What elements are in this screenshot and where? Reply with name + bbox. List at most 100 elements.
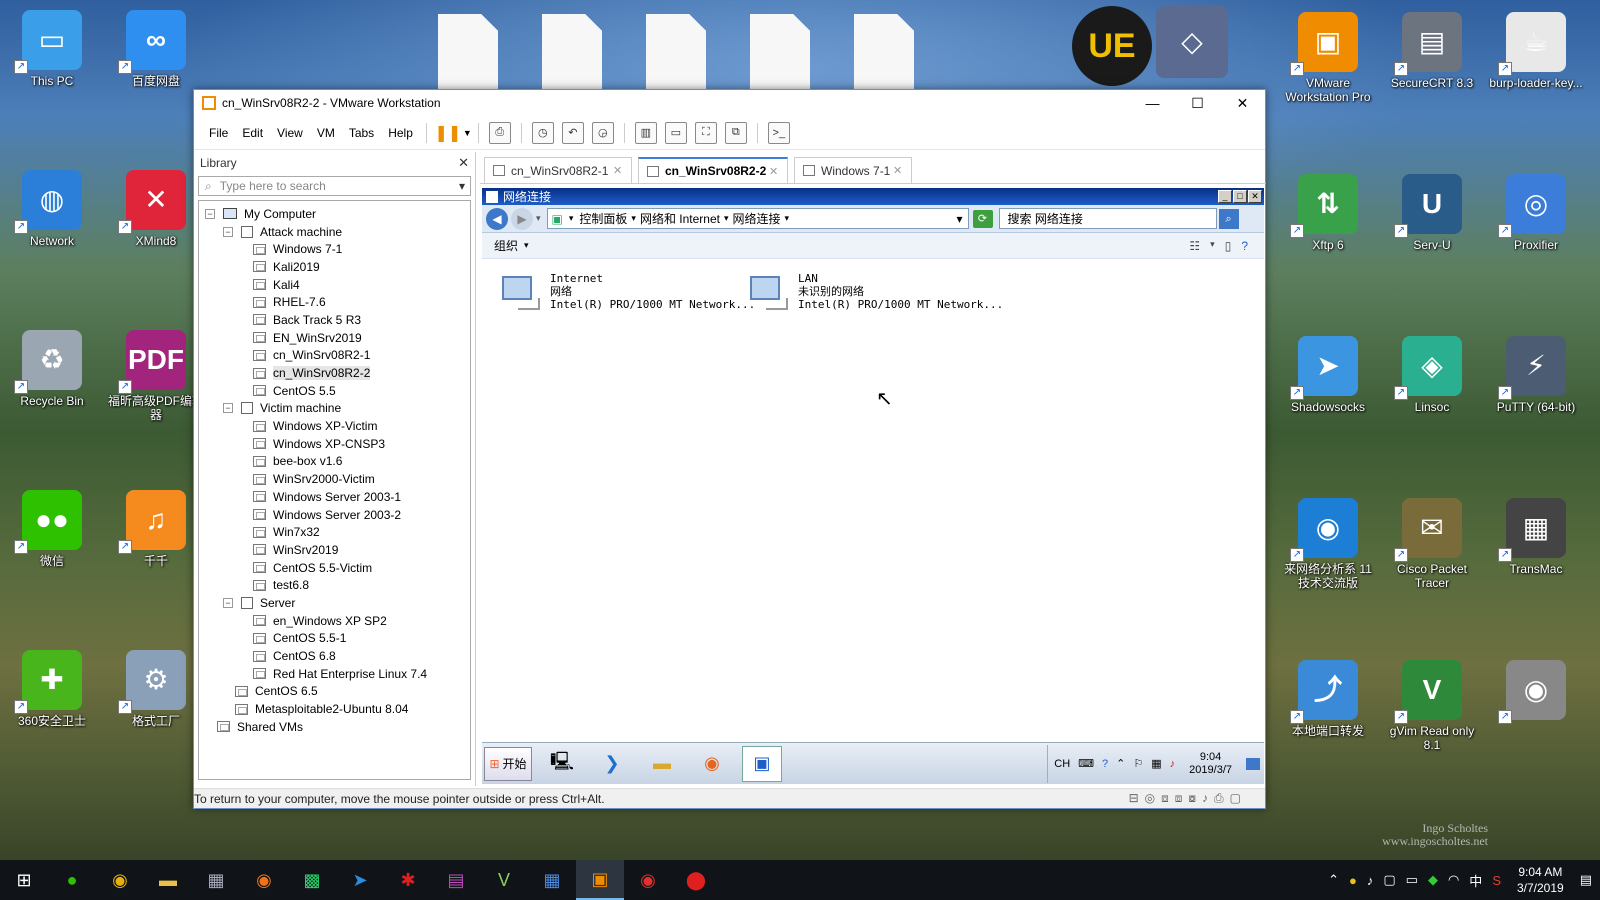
desktop-icon[interactable]: ☕ ↗ burp-loader-key... xyxy=(1488,12,1584,90)
close-library-icon[interactable]: ✕ xyxy=(458,155,469,171)
full-screen-icon[interactable]: ⛶ xyxy=(694,121,717,144)
desktop-icon[interactable]: PDF ↗ 福昕高级PDF编辑器 xyxy=(108,330,204,422)
calculator-icon[interactable]: ▦ xyxy=(192,860,240,900)
menu-vm[interactable]: VM xyxy=(310,126,342,140)
chevron-down-icon[interactable]: ▾ xyxy=(724,213,729,224)
desktop-icon[interactable]: ⇅ ↗ Xftp 6 xyxy=(1280,174,1376,252)
tree-computer-item[interactable]: − My Computer xyxy=(199,205,470,223)
show-thumbnail-icon[interactable]: ▭ xyxy=(664,121,687,144)
tree-vm-item[interactable]: Win7x32 xyxy=(199,523,470,541)
back-button[interactable]: ◀ xyxy=(486,207,508,230)
keyboard-icon[interactable]: ⌨ xyxy=(1078,757,1094,770)
start-button[interactable]: ⊞ xyxy=(0,860,48,900)
vmware-taskbar-icon[interactable]: ▣ xyxy=(576,860,624,900)
desktop-icon[interactable]: ▦ ↗ TransMac xyxy=(1488,498,1584,576)
breadcrumb-network-internet[interactable]: 网络和 Internet xyxy=(640,210,720,227)
chevron-down-icon[interactable]: ▾ xyxy=(569,213,574,224)
desktop-icon[interactable]: ●● ↗ 微信 xyxy=(4,490,100,568)
hex-editor-icon[interactable]: ▤ xyxy=(432,860,480,900)
host-clock[interactable]: 9:04 AM 3/7/2019 xyxy=(1511,864,1570,896)
menu-help[interactable]: Help xyxy=(381,126,420,140)
file-icon[interactable] xyxy=(438,14,498,90)
desktop-icon[interactable]: ∞ ↗ 百度网盘 xyxy=(108,10,204,88)
help-icon[interactable]: ? xyxy=(1241,239,1248,253)
nvidia-icon[interactable]: ◆ xyxy=(1428,872,1438,888)
wifi-icon[interactable]: ◠ xyxy=(1448,872,1459,888)
cd-dvd-icon[interactable]: ◎ xyxy=(1145,791,1155,806)
console-view-icon[interactable]: >_ xyxy=(767,121,790,144)
wechat-icon[interactable]: ● xyxy=(48,860,96,900)
guest-search-input[interactable]: 搜索 网络连接 xyxy=(998,208,1217,229)
vm-tab[interactable]: Windows 7-1 ✕ xyxy=(794,157,912,183)
desktop-icon[interactable]: ◎ ↗ Proxifier xyxy=(1488,174,1584,252)
tree-vm-item[interactable]: Windows XP-CNSP3 xyxy=(199,435,470,453)
desktop-icon[interactable]: ⚙ ↗ 格式工厂 xyxy=(108,650,204,728)
tree-vm-item[interactable]: Kali4 xyxy=(199,276,470,294)
minimize-button[interactable]: — xyxy=(1130,90,1175,116)
collapse-toggle-icon[interactable]: − xyxy=(205,208,215,219)
close-tab-icon[interactable]: ✕ xyxy=(893,164,903,177)
organize-menu[interactable]: 组织 xyxy=(494,237,518,254)
desktop-icon[interactable]: V ↗ gVim Read only 8.1 xyxy=(1384,660,1480,752)
tree-vm-item[interactable]: EN_WinSrv2019 xyxy=(199,329,470,347)
desktop-icon[interactable]: ♫ ↗ 千千 xyxy=(108,490,204,568)
desktop-icon[interactable]: ⤴ ↗ 本地端口转发 xyxy=(1280,660,1376,738)
usb-icon[interactable]: ⧇ xyxy=(1188,791,1196,806)
notifications-icon[interactable]: ▤ xyxy=(1580,872,1592,888)
chevron-down-icon[interactable]: ▾ xyxy=(1210,239,1215,253)
tree-vm-item[interactable]: CentOS 5.5-1 xyxy=(199,630,470,648)
guest-window-titlebar[interactable]: 网络连接 _ □ ✕ xyxy=(482,188,1264,205)
connection-internet[interactable]: Internet 网络 Intel(R) PRO/1000 MT Network… xyxy=(498,272,755,312)
preview-pane-icon[interactable]: ▯ xyxy=(1225,239,1232,253)
collapse-toggle-icon[interactable]: − xyxy=(223,403,233,414)
guest-search-icon[interactable]: ⌕ xyxy=(1218,208,1239,229)
guest-maximize-button[interactable]: □ xyxy=(1233,190,1247,203)
guest-start-button[interactable]: ⊞ 开始 xyxy=(484,746,532,781)
tree-folder-item[interactable]: − Attack machine xyxy=(199,223,470,241)
close-button[interactable]: ✕ xyxy=(1220,90,1265,116)
guest-lang-indicator[interactable]: CH xyxy=(1054,758,1070,770)
tree-vm-item[interactable]: Red Hat Enterprise Linux 7.4 xyxy=(199,665,470,683)
tree-vm-item[interactable]: CentOS 5.5 xyxy=(199,382,470,400)
tree-vm-item[interactable]: Windows XP-Victim xyxy=(199,417,470,435)
pause-icon[interactable]: ❚❚ xyxy=(434,122,461,144)
refresh-icon[interactable]: ⟳ xyxy=(972,209,993,228)
menu-edit[interactable]: Edit xyxy=(235,126,270,140)
explorer-folder-icon[interactable]: ▬ xyxy=(642,746,682,782)
desktop-icon[interactable]: ✕ ↗ XMind8 xyxy=(108,170,204,248)
spider-icon[interactable]: ✱ xyxy=(384,860,432,900)
desktop-icon[interactable]: ◉ ↗ xyxy=(1488,660,1584,724)
guest-clock[interactable]: 9:04 2019/3/7 xyxy=(1183,751,1238,777)
tray-expand-icon[interactable]: ⌃ xyxy=(1328,872,1339,888)
tree-vm-item[interactable]: CentOS 6.8 xyxy=(199,647,470,665)
firefox-icon[interactable]: ◉ xyxy=(240,860,288,900)
volume-muted-icon[interactable]: ♪ xyxy=(1170,758,1176,770)
input-lang-indicator[interactable]: 中 xyxy=(1469,871,1482,890)
volume-icon[interactable]: ♪ xyxy=(1367,873,1374,888)
guest-close-button[interactable]: ✕ xyxy=(1248,190,1262,203)
desktop-icon[interactable]: ▣ ↗ VMware Workstation Pro xyxy=(1280,12,1376,104)
desktop-icon[interactable]: ◍ ↗ Network xyxy=(4,170,100,248)
show-library-icon[interactable]: ▥ xyxy=(634,121,657,144)
address-field[interactable]: ▣ ▾ 控制面板 ▾ 网络和 Internet ▾ 网络连接 ▾ ▾ xyxy=(546,208,969,229)
tray-expand-icon[interactable]: ⌃ xyxy=(1116,757,1125,770)
desktop-icon[interactable]: ♻ ↗ Recycle Bin xyxy=(4,330,100,408)
sogou-input-icon[interactable]: S xyxy=(1492,873,1501,888)
device-icon[interactable]: ▢ xyxy=(1383,872,1395,888)
tree-vm-item[interactable]: bee-box v1.6 xyxy=(199,453,470,471)
network-tray-icon[interactable]: ▦ xyxy=(1151,757,1161,770)
vm-tab[interactable]: cn_WinSrv08R2-1 ✕ xyxy=(484,157,632,183)
network-adapter-status-icon[interactable]: ⧈ xyxy=(1175,791,1183,806)
library-search-input[interactable]: ⌕ Type here to search ▾ xyxy=(198,176,471,196)
connection-lan[interactable]: LAN 未识别的网络 Intel(R) PRO/1000 MT Network.… xyxy=(746,272,1003,312)
chrome-icon[interactable]: ◉ xyxy=(96,860,144,900)
gvim-icon[interactable]: V xyxy=(480,860,528,900)
tree-vm-item[interactable]: Windows Server 2003-2 xyxy=(199,506,470,524)
forward-button[interactable]: ▶ xyxy=(511,207,533,230)
breadcrumb-network-connections[interactable]: 网络连接 xyxy=(733,210,781,227)
dev-cpp-icon[interactable]: ▦ xyxy=(528,860,576,900)
tree-vm-item[interactable]: CentOS 6.5 xyxy=(199,683,470,701)
desktop-icon[interactable]: ⚡ ↗ PuTTY (64-bit) xyxy=(1488,336,1584,414)
chevron-down-icon[interactable]: ▾ xyxy=(524,240,529,251)
close-tab-icon[interactable]: ✕ xyxy=(769,165,779,178)
